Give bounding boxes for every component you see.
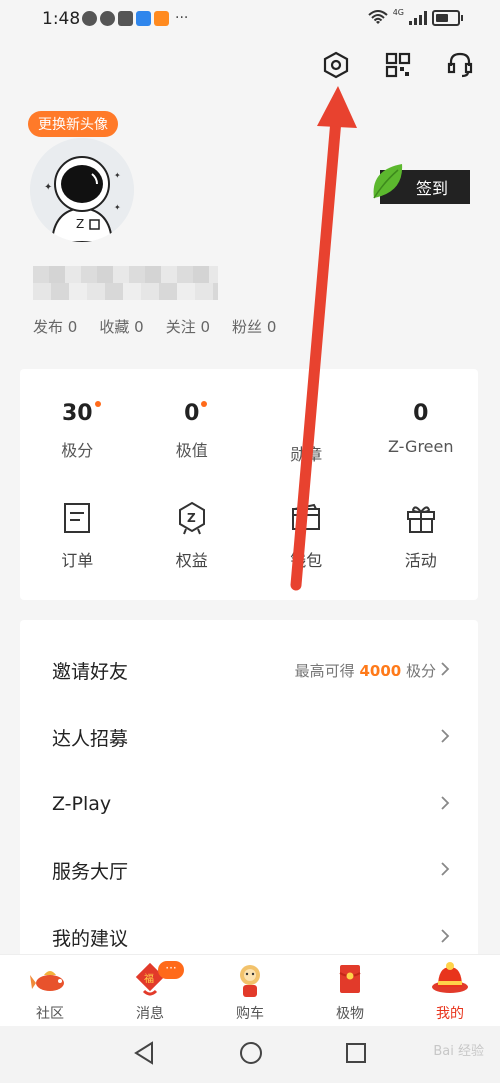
tab-community[interactable]: 社区	[0, 955, 100, 1027]
tab-mine[interactable]: 我的	[400, 955, 500, 1027]
chevron-right-icon	[441, 862, 450, 876]
menu-invite-friends[interactable]: 邀请好友 最高可得 4000 极分	[20, 637, 478, 703]
status-time: 1:48	[42, 9, 81, 29]
back-triangle-icon[interactable]	[132, 1040, 156, 1066]
stat-posts[interactable]: 发布 0	[33, 316, 77, 337]
assets-row: 30 极分 0 极值 勋章 0 Z-Green	[20, 399, 478, 465]
qr-scan-icon[interactable]	[383, 50, 413, 80]
notice-dot	[201, 401, 208, 407]
asset-medals[interactable]: 勋章	[249, 399, 364, 465]
menu-my-suggestions[interactable]: 我的建议	[20, 904, 478, 960]
top-action-icons	[321, 50, 475, 80]
assets-card: 30 极分 0 极值 勋章 0 Z-Green 订单 Z 权益 钱包 活动	[20, 369, 478, 600]
chevron-right-icon	[441, 662, 450, 676]
customer-service-icon[interactable]	[445, 50, 475, 80]
network-label: 4G	[392, 7, 404, 17]
tab-messages[interactable]: 福 ··· 消息	[100, 955, 200, 1027]
watermark: Bai 经验	[433, 1044, 484, 1059]
status-bar: 1:48 ··· 4G	[0, 0, 500, 40]
astronaut-avatar-icon: Z ✦ ✦ ✦	[30, 138, 134, 242]
chevron-right-icon	[441, 929, 450, 943]
avatar[interactable]: Z ✦ ✦ ✦	[30, 138, 134, 242]
app-icon	[118, 10, 133, 26]
koi-fish-icon	[30, 971, 64, 991]
stat-followers[interactable]: 粉丝 0	[232, 316, 276, 337]
blurred-username	[33, 266, 218, 300]
asset-value[interactable]: 0 极值	[135, 399, 250, 465]
menu-card: 邀请好友 最高可得 4000 极分 达人招募 Z-Play 服务大厅 我的建议	[20, 620, 478, 960]
menu-z-play[interactable]: Z-Play	[20, 771, 478, 837]
notification-icons: ···	[82, 10, 188, 26]
svg-text:Z: Z	[76, 217, 84, 231]
battery-icon	[432, 10, 463, 26]
svg-text:✦: ✦	[114, 203, 121, 212]
invite-reward-text: 最高可得 4000 极分	[294, 661, 436, 680]
checkin-label: 签到	[415, 179, 448, 198]
svg-text:✦: ✦	[44, 182, 52, 193]
function-rights[interactable]: Z 权益	[135, 499, 250, 571]
asset-points[interactable]: 30 极分	[20, 399, 135, 465]
asset-z-green[interactable]: 0 Z-Green	[364, 399, 479, 465]
leaf-icon	[373, 164, 403, 199]
menu-service-hall[interactable]: 服务大厅	[20, 837, 478, 903]
function-activities[interactable]: 活动	[364, 499, 479, 571]
tab-buy-car[interactable]: 购车	[200, 955, 300, 1027]
blue-app-icon	[136, 10, 151, 26]
festive-hat-icon	[432, 962, 468, 993]
menu-expert-recruit[interactable]: 达人招募	[20, 704, 478, 770]
settings-hexagon-icon[interactable]	[321, 50, 351, 80]
order-icon	[64, 503, 91, 533]
stat-following[interactable]: 关注 0	[166, 316, 210, 337]
function-wallet[interactable]: 钱包	[249, 499, 364, 571]
notice-dot	[94, 401, 101, 407]
gift-icon	[406, 506, 435, 533]
wallet-icon	[292, 503, 321, 530]
function-orders[interactable]: 订单	[20, 499, 135, 571]
rights-badge-icon: Z	[178, 501, 205, 535]
red-envelope-icon	[339, 965, 361, 993]
lion-mascot-icon	[240, 965, 260, 997]
chevron-right-icon	[441, 729, 450, 743]
system-nav-bar	[0, 1026, 500, 1083]
signal-icon	[409, 11, 427, 25]
svg-text:Z: Z	[187, 511, 196, 525]
orange-play-icon	[154, 10, 169, 26]
svg-text:✦: ✦	[114, 171, 121, 180]
recents-square-icon[interactable]	[344, 1040, 368, 1066]
tab-products[interactable]: 极物	[300, 955, 400, 1027]
change-avatar-badge[interactable]: 更换新头像	[28, 111, 118, 137]
svg-text:福: 福	[144, 972, 154, 985]
bottom-nav: 社区 福 ··· 消息 购车 极物 我的	[0, 954, 500, 1027]
functions-row: 订单 Z 权益 钱包 活动	[20, 499, 478, 571]
more-notifications: ···	[175, 10, 189, 26]
stat-favorites[interactable]: 收藏 0	[99, 316, 143, 337]
message-badge: ···	[158, 961, 184, 979]
wifi-icon	[368, 10, 388, 24]
home-circle-icon[interactable]	[238, 1040, 264, 1066]
status-right: 4G	[368, 7, 463, 26]
chat-bubble-icon	[100, 10, 115, 26]
user-stats: 发布 0 收藏 0 关注 0 粉丝 0	[33, 316, 276, 337]
chat-bubble-icon	[82, 10, 97, 26]
chevron-right-icon	[441, 796, 450, 810]
checkin-button[interactable]: 签到	[373, 164, 470, 204]
